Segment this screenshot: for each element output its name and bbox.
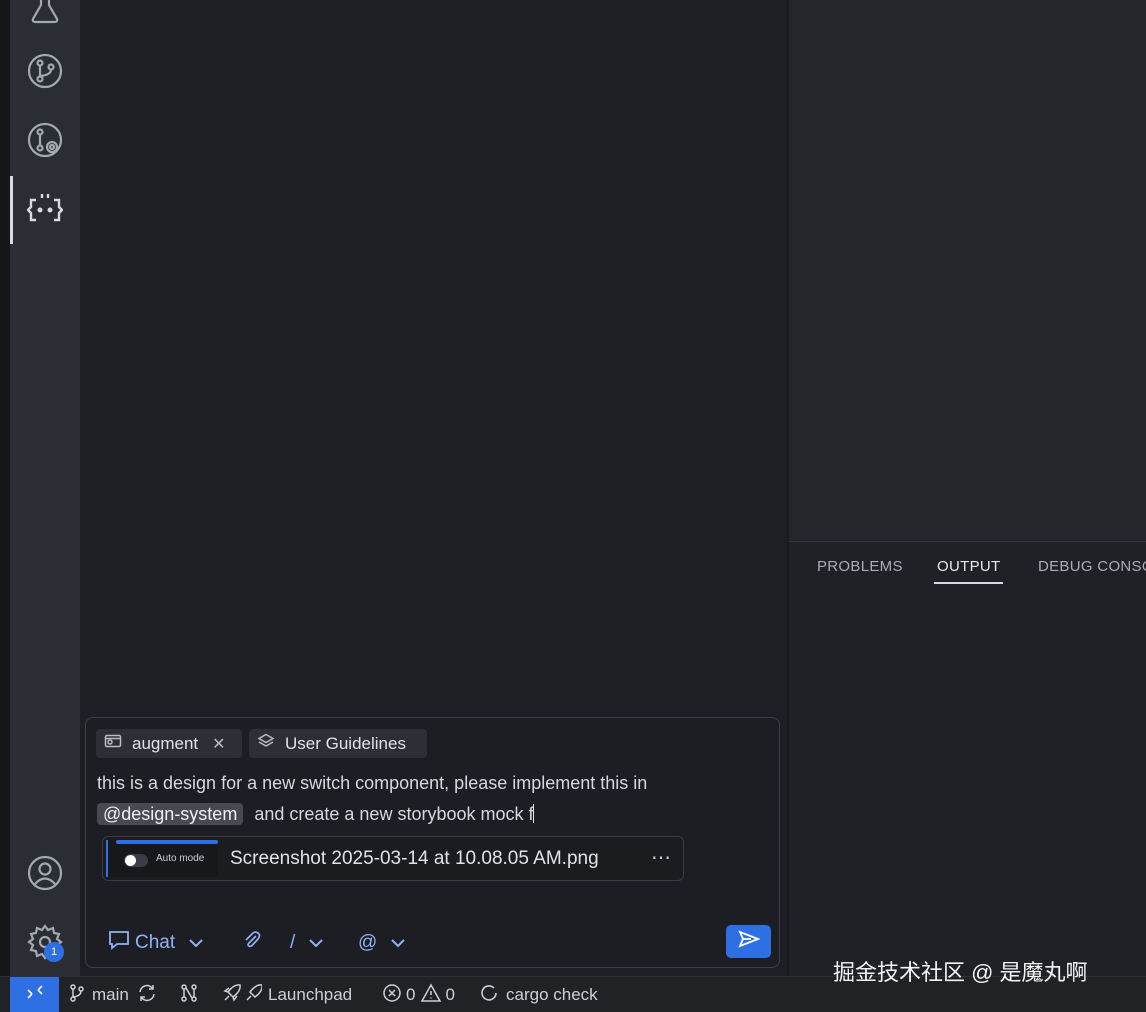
layers-icon [257,733,275,754]
attachment-thumbnail: Auto mode [106,840,218,877]
mention-button[interactable]: @ [358,930,406,956]
warning-icon [421,982,442,1008]
image-attachment[interactable]: Auto mode Screenshot 2025-03-14 at 10.08… [102,836,684,881]
bottom-panel: PROBLEMS OUTPUT DEBUG CONSOLE [789,541,1146,977]
git-graph-icon[interactable] [27,122,63,158]
tab-output[interactable]: OUTPUT [933,558,1004,584]
git-graph-status[interactable] [179,983,199,1008]
remote-icon [26,983,44,1006]
account-icon[interactable] [27,855,63,891]
sync-icon[interactable] [137,983,157,1008]
chevron-down-icon [309,932,323,954]
settings-badge: 1 [44,942,64,962]
thumbnail-label: Auto mode [156,853,205,864]
at-label: @ [358,932,378,953]
remote-indicator[interactable] [10,977,59,1012]
launchpad-label: Launchpad [268,985,353,1004]
tab-debug-console[interactable]: DEBUG CONSOLE [1038,558,1146,575]
activity-bar: 1 [10,0,80,976]
send-icon [737,930,760,953]
attachment-filename: Screenshot 2025-03-14 at 10.08.05 AM.png [230,848,599,869]
mention-design-system[interactable]: @design-system [97,803,244,825]
watermark: 掘金技术社区 @ 是魔丸啊 [833,960,1088,985]
error-icon [382,983,402,1008]
secondary-editor [789,0,1146,540]
paperclip-icon [242,930,262,956]
augment-icon[interactable] [27,192,63,228]
launchpad-button[interactable]: Launchpad [222,983,353,1008]
git-branch-icon [68,983,86,1008]
window-edge [0,0,10,976]
chat-bubble-icon [107,929,131,957]
slash-commands-button[interactable]: / [290,930,323,956]
chip-label: User Guidelines [285,733,406,753]
chat-message-input[interactable]: this is a design for a new switch compon… [97,768,767,830]
more-options-icon[interactable]: ⋯ [651,845,672,870]
spinner-icon [480,984,498,1007]
chat-mode-label: Chat [135,932,176,953]
send-button[interactable] [726,925,771,958]
task-label: cargo check [506,985,598,1004]
context-chip-augment[interactable]: augment ✕ [96,729,242,758]
slash-label: / [290,932,296,953]
flask-icon[interactable] [27,0,63,28]
remove-chip-icon[interactable]: ✕ [212,734,225,754]
chip-label: augment [132,733,199,753]
rocket-icon [222,983,263,1008]
tab-problems[interactable]: PROBLEMS [817,558,903,575]
source-control-icon[interactable] [27,53,63,89]
context-chip-user-guidelines[interactable]: User Guidelines [249,729,427,758]
chat-mode-selector[interactable]: Chat [107,930,203,956]
error-count: 0 [406,985,416,1004]
text-caret [533,804,535,823]
branch-indicator[interactable]: main [68,983,157,1008]
warning-count: 0 [445,985,455,1004]
chevron-down-icon [391,932,406,954]
branch-name: main [92,985,129,1004]
git-compare-icon [179,983,199,1008]
task-status[interactable]: cargo check [480,984,598,1006]
active-indicator [10,176,13,244]
message-line2: and create a new storybook mock f [254,804,534,824]
chevron-down-icon [189,932,203,954]
message-line1: this is a design for a new switch compon… [97,773,648,793]
switch-preview [124,854,148,867]
folder-icon [104,733,122,754]
problems-indicator[interactable]: 0 0 [382,982,455,1008]
chat-input-box[interactable]: augment ✕ User Guidelines this is a desi… [85,717,780,968]
attach-file-button[interactable] [242,930,262,956]
